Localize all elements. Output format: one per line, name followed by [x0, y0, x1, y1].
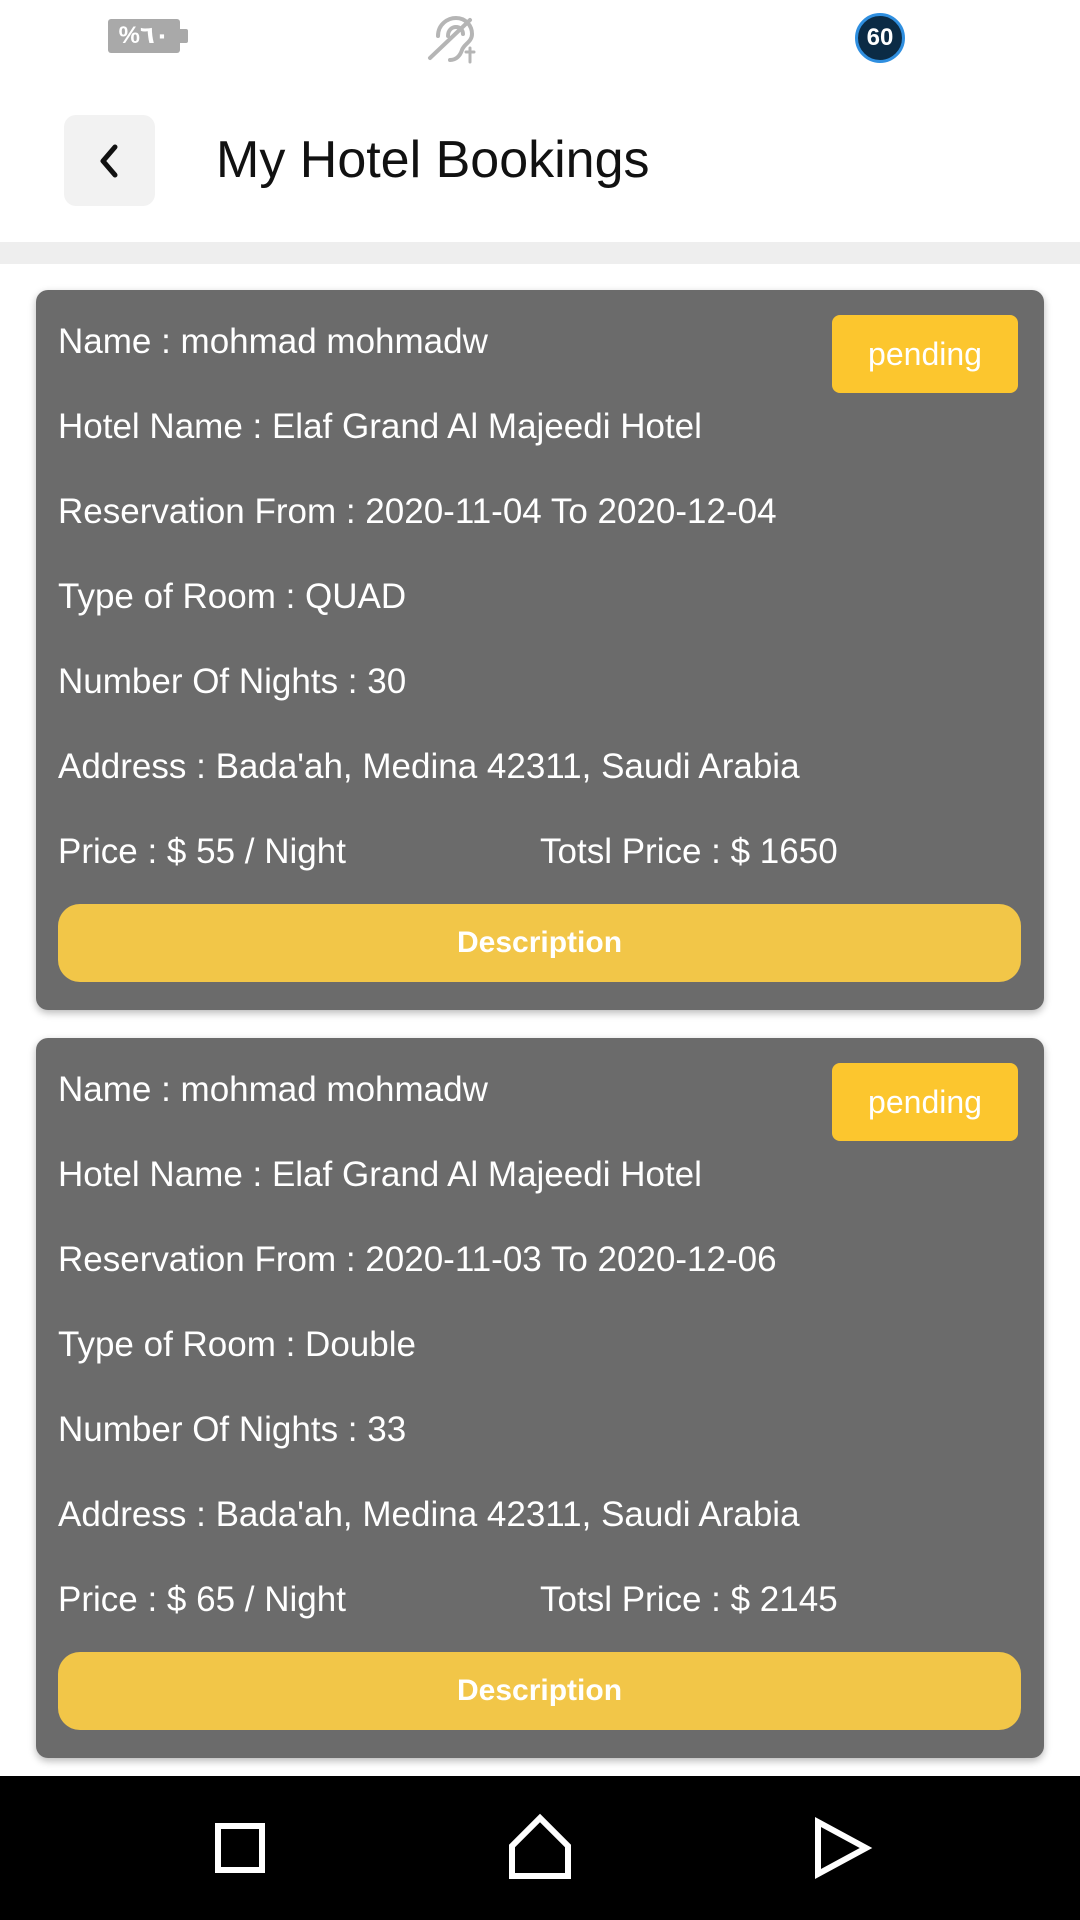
guest-name: Name : mohmad mohmadw — [58, 1070, 488, 1109]
header-divider — [0, 242, 1080, 264]
hearing-aid-icon — [424, 14, 480, 66]
hotel-name: Hotel Name : Elaf Grand Al Majeedi Hotel — [58, 407, 702, 446]
recents-square-icon — [215, 1823, 265, 1873]
reservation-dates: Reservation From : 2020-11-04 To 2020-12… — [58, 492, 777, 531]
booking-card: Name : mohmad mohmadw pending Hotel Name… — [36, 1038, 1044, 1758]
battery-icon: %٦٠ — [108, 19, 188, 53]
home-button[interactable] — [490, 1798, 590, 1898]
system-nav-bar — [0, 1776, 1080, 1920]
app-header: My Hotel Bookings — [0, 80, 1080, 242]
back-button[interactable] — [64, 115, 155, 206]
recents-button[interactable] — [190, 1798, 290, 1898]
total-price: Totsl Price : $ 1650 — [540, 832, 838, 871]
description-button[interactable]: Description — [58, 1652, 1021, 1730]
hotel-name: Hotel Name : Elaf Grand Al Majeedi Hotel — [58, 1155, 702, 1194]
home-icon — [509, 1813, 571, 1879]
reservation-dates: Reservation From : 2020-11-03 To 2020-12… — [58, 1240, 777, 1279]
timer-badge-icon: 60 — [855, 13, 905, 63]
page-title: My Hotel Bookings — [216, 131, 650, 189]
booking-card: Name : mohmad mohmadw pending Hotel Name… — [36, 290, 1044, 1010]
back-nav-button[interactable] — [790, 1798, 890, 1898]
status-badge: pending — [832, 315, 1018, 393]
status-badge: pending — [832, 1063, 1018, 1141]
total-price: Totsl Price : $ 2145 — [540, 1580, 838, 1619]
room-type: Type of Room : QUAD — [58, 577, 407, 616]
status-bar: %٦٠ 60 — [0, 0, 1080, 80]
chevron-left-icon — [100, 144, 118, 178]
guest-name: Name : mohmad mohmadw — [58, 322, 488, 361]
price-per-night: Price : $ 65 / Night — [58, 1580, 346, 1619]
hotel-address: Address : Bada'ah, Medina 42311, Saudi A… — [58, 1495, 800, 1534]
hotel-address: Address : Bada'ah, Medina 42311, Saudi A… — [58, 747, 800, 786]
back-triangle-icon — [815, 1816, 873, 1880]
number-of-nights: Number Of Nights : 30 — [58, 662, 407, 701]
description-button[interactable]: Description — [58, 904, 1021, 982]
room-type: Type of Room : Double — [58, 1325, 416, 1364]
number-of-nights: Number Of Nights : 33 — [58, 1410, 407, 1449]
price-per-night: Price : $ 55 / Night — [58, 832, 346, 871]
